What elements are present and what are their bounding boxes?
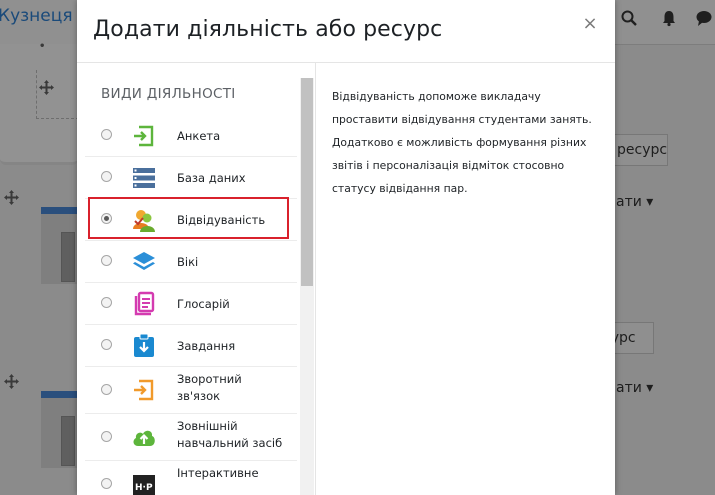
activity-description: Відвідуваність допоможе викладачу проста… [332,90,592,195]
site-title[interactable]: Кузнеця [0,6,73,26]
activity-label: Відвідуваність [177,213,266,227]
questionnaire-icon [134,125,154,147]
list-item[interactable]: Анкета [85,115,297,157]
activity-label: Анкета [177,129,221,143]
notifications-bell-icon[interactable] [660,9,678,27]
section-color-bar [41,391,78,398]
list-scrollbar[interactable] [300,78,314,495]
activity-list: Анкета База даних Відвідуваність Вікі Гл… [85,115,297,495]
activity-label: База даних [177,171,246,185]
list-item[interactable]: Зовнішній навчальний засіб [85,414,297,461]
move-icon[interactable] [39,80,54,95]
activity-radio[interactable] [101,171,112,182]
activity-radio[interactable] [101,339,112,350]
database-icon [133,168,155,188]
activity-radio[interactable] [101,129,112,140]
wiki-layers-icon [133,252,155,270]
modal-header: Додати діяльність або ресурс × [77,0,615,63]
move-icon[interactable] [4,190,19,205]
add-activity-modal: Додати діяльність або ресурс × ВИДИ ДІЯЛ… [77,0,615,495]
activity-radio[interactable] [101,297,112,308]
caret-down-icon: ▾ [646,380,654,396]
list-item[interactable]: База даних [85,157,297,199]
list-item[interactable]: H·P Інтерактивне [85,461,297,495]
activity-radio[interactable] [101,255,112,266]
activity-label: Інтерактивне [177,466,259,480]
attendance-icon [133,210,155,232]
activity-label: Зовнішній навчальний засіб [177,419,283,450]
h5p-icon: H·P [133,475,155,495]
list-item[interactable]: Глосарій [85,283,297,325]
external-tool-icon [133,430,155,446]
edit-menu-link-2[interactable]: ати ▾ [616,380,653,396]
feedback-icon [134,379,154,401]
search-icon[interactable] [620,9,638,27]
close-icon[interactable]: × [581,14,599,34]
section-thumbnail [41,398,78,468]
activity-radio-selected[interactable] [101,213,112,224]
list-item[interactable]: Вікі [85,241,297,283]
modal-title: Додати діяльність або ресурс [93,17,443,42]
add-resource-button[interactable]: ресурс [614,134,668,166]
list-item[interactable]: Відвідуваність [85,199,297,241]
assignment-icon [134,333,154,357]
list-item[interactable]: Завдання [85,325,297,367]
edit-menu-link[interactable]: ати ▾ [616,194,653,210]
activity-radio[interactable] [101,478,112,489]
activity-label: Глосарій [177,297,230,311]
glossary-icon [134,291,155,316]
move-icon[interactable] [4,374,19,389]
scrollbar-thumb[interactable] [301,78,313,286]
caret-down-icon: ▾ [646,194,654,210]
svg-text:H·P: H·P [135,483,153,493]
activity-radio[interactable] [101,384,112,395]
activity-label: Зворотний зв'язок [177,372,242,403]
section-color-bar [41,207,78,214]
activity-list-pane: ВИДИ ДІЯЛЬНОСТІ Анкета База даних Відвід… [77,63,316,495]
messages-icon[interactable] [695,9,713,27]
bullet-dot: • [39,41,46,52]
list-item[interactable]: Зворотний зв'язок [85,367,297,414]
activity-label: Вікі [177,255,199,269]
activity-label: Завдання [177,339,236,353]
description-pane: Відвідуваність допоможе викладачу проста… [316,63,615,495]
section-heading: ВИДИ ДІЯЛЬНОСТІ [101,86,236,102]
activity-radio[interactable] [101,431,112,442]
section-thumbnail [41,214,78,284]
